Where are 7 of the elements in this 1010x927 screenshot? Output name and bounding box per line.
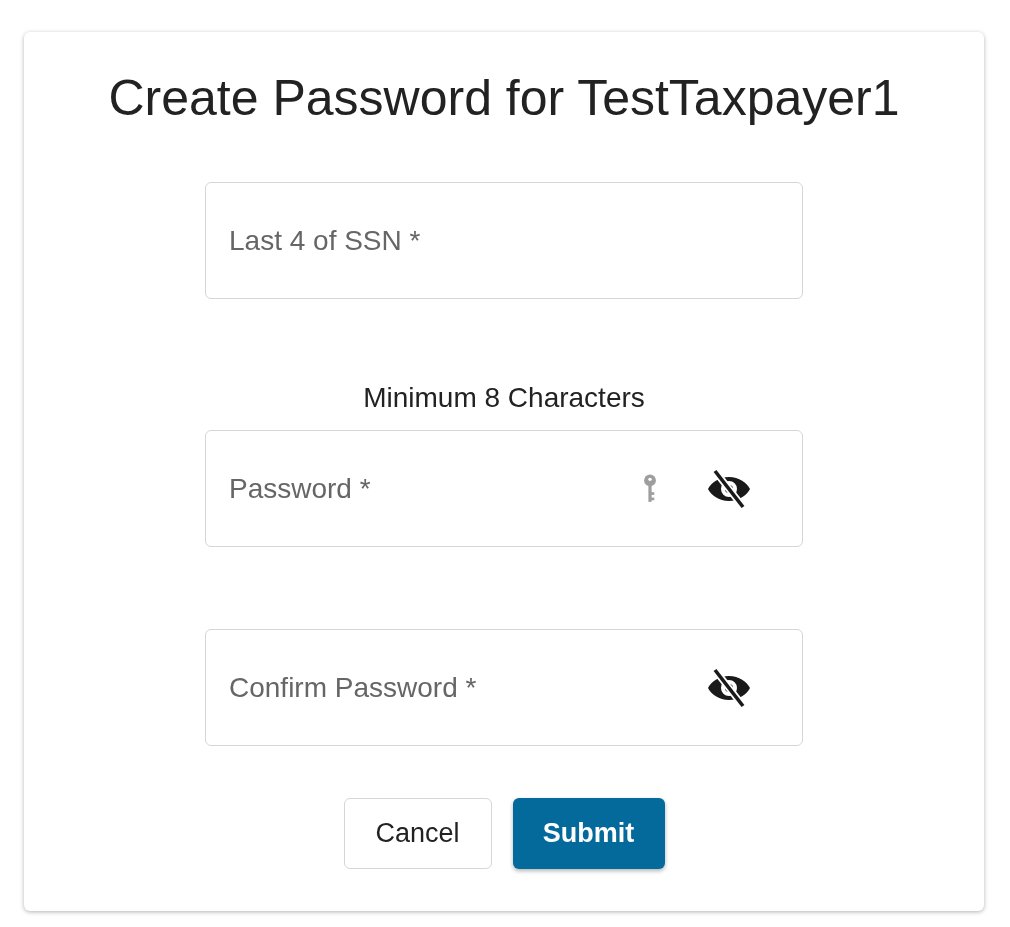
input-field[interactable]: Password *: [205, 430, 803, 547]
cancel-button[interactable]: Cancel: [343, 798, 492, 869]
input-field[interactable]: Confirm Password *: [205, 629, 803, 746]
hint-text: Minimum 8 Characters: [363, 381, 645, 415]
submit-button[interactable]: Submit: [512, 798, 665, 869]
input-field[interactable]: Last 4 of SSN *: [205, 182, 803, 299]
page-title: Create Password for TestTaxpayer1: [108, 69, 900, 128]
